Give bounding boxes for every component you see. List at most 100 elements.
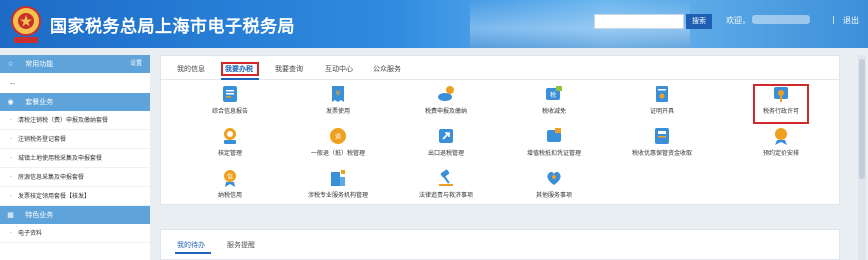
pricing-arrangement-icon — [775, 128, 787, 145]
service-invoice-usage[interactable]: ¥ 发票使用 — [283, 84, 393, 124]
top-banner: 国家税务总局上海市电子税务局 搜索 欢迎， | 退出 — [0, 0, 868, 48]
main-panel: 我的信息 我要办税 我要查询 互动中心 公众服务 综合信息报告 ¥ 发票使用 税… — [160, 55, 841, 208]
tab-my-info[interactable]: 我的信息 — [177, 64, 205, 74]
sidebar-section-label: 套餐业务 — [25, 98, 54, 106]
sidebar-section-package[interactable]: ◉ 套餐业务 — [0, 93, 150, 111]
active-tab-indicator — [175, 252, 211, 254]
sidebar-section-common[interactable]: ☆ 常用功能 设置 — [0, 55, 150, 73]
vat-deduction-icon — [547, 128, 561, 142]
service-tax-relief[interactable]: 税 税收减免 — [499, 84, 609, 124]
tab-query[interactable]: 我要查询 — [275, 64, 303, 74]
service-label: 一般退（抵）税管理 — [310, 150, 365, 157]
bullet-icon: · — [10, 136, 12, 143]
sidebar-item-label: 清税注销税（费）申报及缴纳套餐 — [18, 117, 109, 124]
sidebar-item-label: 注销税务登记套餐 — [18, 136, 67, 143]
service-agency-icon — [331, 170, 345, 186]
service-label: 税收减免 — [541, 108, 566, 115]
sidebar-empty-item: -- — [10, 80, 16, 88]
service-label: 税收优惠保管资金收取 — [631, 150, 692, 157]
tax-payment-icon — [438, 86, 454, 101]
main-tabs: 我的信息 我要办税 我要查询 互动中心 公众服务 — [161, 56, 841, 80]
service-label: 预约定价安排 — [762, 150, 799, 157]
bullet-icon: · — [10, 193, 12, 200]
service-tax-credit[interactable]: 信 纳税信用 — [175, 168, 285, 208]
other-services-icon — [547, 171, 561, 185]
service-label: 证明开具 — [649, 108, 674, 115]
tax-emblem-logo — [11, 6, 41, 43]
bullet-icon: · — [10, 155, 12, 162]
document-report-icon — [223, 86, 237, 102]
service-tax-refund[interactable]: 退 一般退（抵）税管理 — [283, 126, 393, 166]
tab-interaction-center[interactable]: 互动中心 — [325, 64, 353, 74]
bullet-icon: · — [10, 230, 12, 237]
svg-text:税: 税 — [550, 91, 556, 99]
sidebar-item-label: 房源信息采集及申报套餐 — [18, 174, 85, 181]
service-label: 纳税信用 — [217, 192, 242, 199]
star-icon: ☆ — [7, 60, 14, 68]
invoice-icon: ¥ — [332, 86, 344, 102]
tax-credit-icon: 信 — [224, 170, 236, 187]
settings-link[interactable]: 设置 — [130, 55, 142, 73]
verification-icon — [224, 128, 236, 144]
search-input[interactable] — [594, 14, 684, 29]
sidebar-section-label: 特色业务 — [25, 211, 54, 219]
tax-relief-icon: 税 — [546, 86, 562, 100]
fund-collection-icon — [655, 128, 669, 144]
svg-text:退: 退 — [335, 133, 341, 141]
service-legal-remedy[interactable]: 法律追责与救济事项 — [391, 168, 501, 208]
sidebar: ☆ 常用功能 设置 -- ◉ 套餐业务 · 清税注销税（费）申报及缴纳套餐 · 注销… — [0, 55, 150, 260]
search-button[interactable]: 搜索 — [686, 14, 712, 29]
service-tax-declaration[interactable]: 税费申报及缴纳 — [391, 84, 501, 124]
service-label: 增值税抵扣凭证管理 — [526, 150, 581, 157]
service-export-refund[interactable]: 出口退税管理 — [391, 126, 501, 166]
service-vat-deduction[interactable]: 增值税抵扣凭证管理 — [499, 126, 609, 166]
todo-panel: 我的待办 服务提醒 — [160, 229, 840, 260]
bullet-icon: · — [10, 117, 12, 124]
service-label: 综合信息报告 — [211, 108, 248, 115]
tab-highlight-box — [221, 62, 259, 76]
active-tab-indicator — [221, 78, 259, 80]
tab-public-service[interactable]: 公众服务 — [373, 64, 401, 74]
sidebar-item[interactable]: · 房源信息采集及申报套餐 — [0, 168, 150, 187]
tab-my-todo[interactable]: 我的待办 — [177, 240, 205, 250]
page-scrollbar[interactable] — [858, 55, 866, 260]
service-other[interactable]: 其他服务事项 — [499, 168, 609, 208]
scrollbar-thumb[interactable] — [859, 59, 865, 179]
service-label: 发票使用 — [325, 108, 350, 115]
svg-text:¥: ¥ — [335, 89, 340, 98]
package-icon: ◉ — [7, 98, 14, 106]
sidebar-item[interactable]: · 发票核定领用套餐【核发】 — [0, 187, 150, 206]
sidebar-item[interactable]: · 注销税务登记套餐 — [0, 130, 150, 149]
logout-link[interactable]: 退出 — [843, 15, 859, 26]
service-label: 涉税专业服务机构管理 — [307, 192, 368, 199]
sidebar-item-label: 电子资料 — [18, 230, 43, 237]
sidebar-item-label: 发票核定领用套餐【核发】 — [18, 193, 91, 200]
service-label: 法律追责与救济事项 — [418, 192, 473, 199]
tab-service-reminder[interactable]: 服务提醒 — [227, 240, 255, 250]
service-label: 其他服务事项 — [535, 192, 572, 199]
service-label: 出口退税管理 — [427, 150, 464, 157]
service-verification-management[interactable]: 核定管理 — [175, 126, 285, 166]
service-highlight-box — [753, 84, 809, 124]
sidebar-item[interactable]: · 电子资料 — [0, 224, 150, 243]
service-certificate[interactable]: 证明开具 — [607, 84, 717, 124]
bullet-icon: · — [10, 174, 12, 181]
sidebar-section-label: 常用功能 — [25, 60, 54, 68]
export-refund-icon — [439, 129, 453, 143]
service-agency-management[interactable]: 涉税专业服务机构管理 — [283, 168, 393, 208]
tax-refund-icon: 退 — [330, 128, 346, 144]
sidebar-item[interactable]: · 清税注销税（费）申报及缴纳套餐 — [0, 111, 150, 130]
sidebar-item-label: 城镇土地使用税采集及申报套餐 — [18, 155, 103, 162]
sidebar-section-special[interactable]: ▦ 特色业务 — [0, 206, 150, 224]
header-separator: | — [832, 15, 835, 24]
certificate-icon — [656, 86, 668, 102]
legal-hammer-icon — [439, 169, 453, 186]
sidebar-item[interactable]: · 城镇土地使用税采集及申报套餐 — [0, 149, 150, 168]
svg-text:信: 信 — [227, 173, 233, 181]
service-label: 税费申报及缴纳 — [424, 108, 467, 115]
service-fund-collection[interactable]: 税收优惠保管资金收取 — [607, 126, 717, 166]
grid-icon: ▦ — [7, 211, 14, 219]
service-comprehensive-report[interactable]: 综合信息报告 — [175, 84, 285, 124]
user-name-redacted — [752, 15, 810, 24]
service-pricing-arrangement[interactable]: 预约定价安排 — [726, 126, 836, 166]
